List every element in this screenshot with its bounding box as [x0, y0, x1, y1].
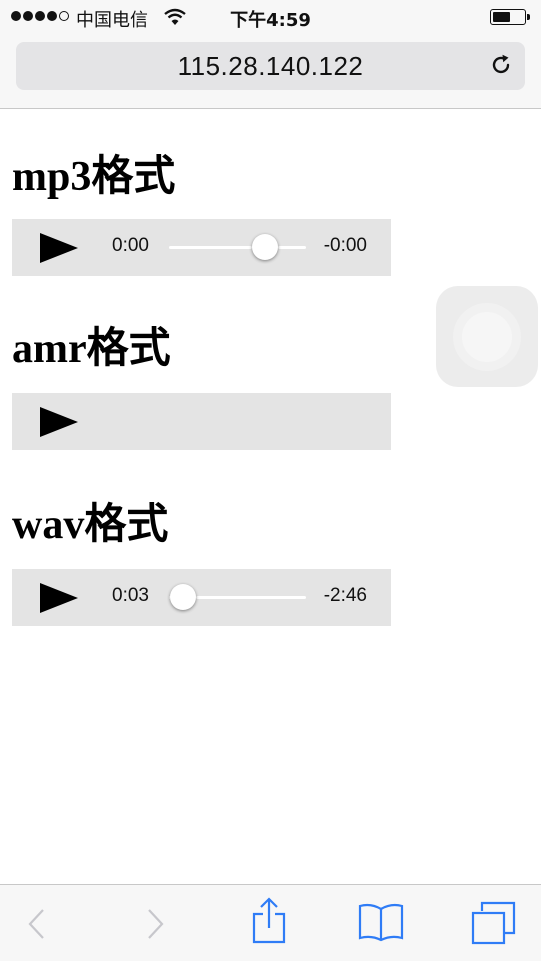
remaining-time: -2:46	[323, 585, 367, 606]
back-icon[interactable]	[22, 907, 52, 941]
play-icon[interactable]	[40, 583, 78, 613]
play-icon[interactable]	[40, 407, 78, 437]
seek-thumb[interactable]	[170, 584, 196, 610]
status-time: 下午4:59	[230, 10, 311, 31]
assistive-touch-button[interactable]	[436, 286, 538, 387]
section-heading-wav: wav格式	[12, 502, 169, 548]
reload-icon[interactable]	[489, 53, 513, 77]
seek-thumb[interactable]	[252, 234, 278, 260]
current-time: 0:00	[112, 235, 149, 256]
remaining-time: -0:00	[323, 235, 367, 256]
section-heading-mp3: mp3格式	[12, 154, 176, 200]
play-icon[interactable]	[40, 233, 78, 263]
status-bar: 中国电信 下午4:59	[0, 0, 541, 36]
audio-player-mp3[interactable]: 0:00 -0:00	[12, 219, 391, 276]
current-time: 0:03	[112, 585, 149, 606]
url-text[interactable]: 115.28.140.122	[16, 51, 525, 82]
seek-slider[interactable]	[169, 584, 306, 610]
browser-toolbar	[0, 884, 541, 961]
audio-player-amr[interactable]	[12, 393, 391, 450]
battery-icon	[490, 9, 530, 25]
bookmarks-icon[interactable]	[358, 902, 404, 942]
audio-player-wav[interactable]: 0:03 -2:46	[12, 569, 391, 626]
section-heading-amr: amr格式	[12, 326, 171, 372]
seek-slider[interactable]	[169, 234, 306, 260]
share-icon[interactable]	[250, 897, 288, 945]
browser-chrome: 中国电信 下午4:59 115.28.140.122	[0, 0, 541, 109]
forward-icon[interactable]	[140, 907, 170, 941]
address-bar[interactable]: 115.28.140.122	[16, 42, 525, 90]
tabs-icon[interactable]	[470, 901, 516, 945]
